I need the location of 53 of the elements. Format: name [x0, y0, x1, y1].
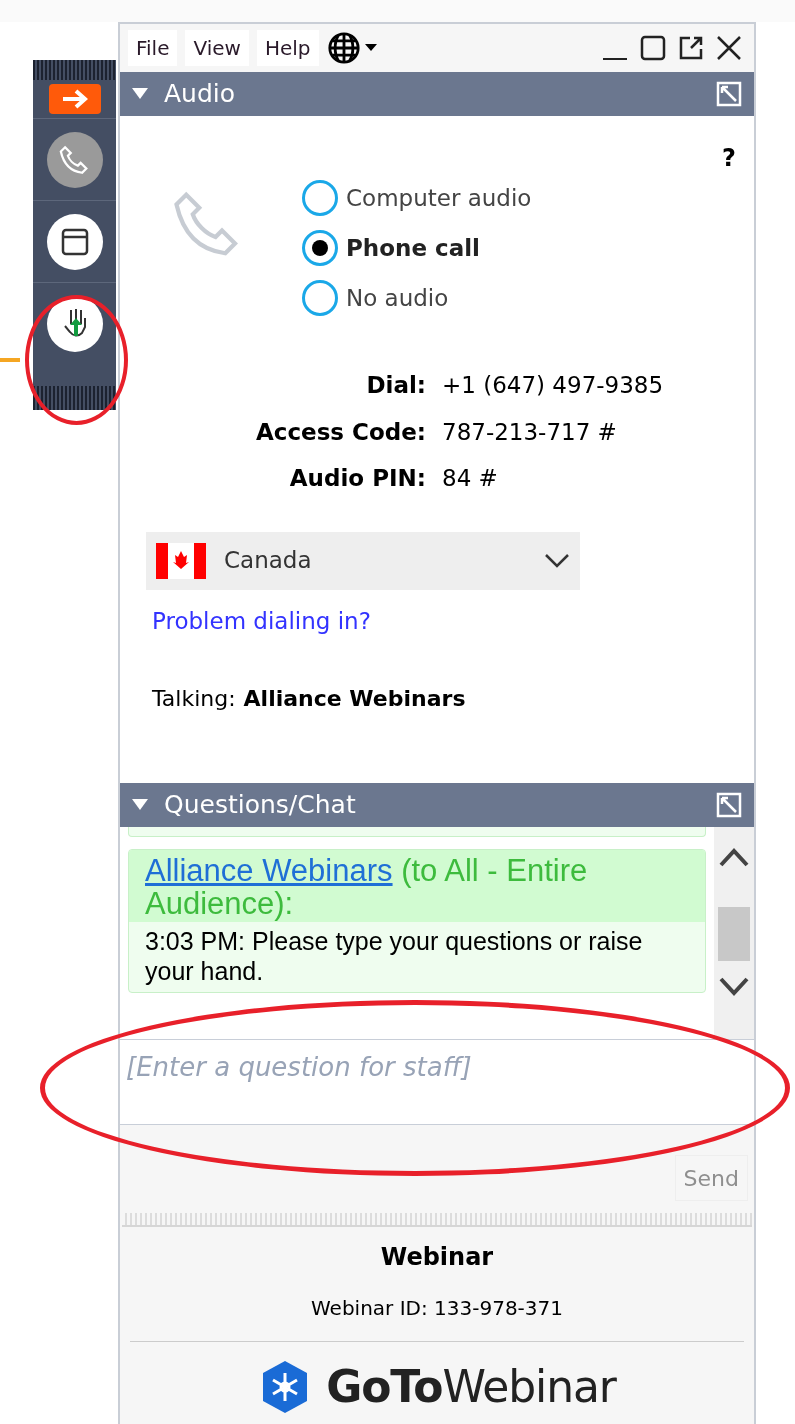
globe-icon	[326, 31, 361, 65]
splitter-handle[interactable]	[122, 1213, 752, 1227]
audio-option[interactable]: Phone call	[302, 230, 532, 266]
message-header: Alliance Webinars (to All - Entire Audience):	[129, 850, 705, 922]
audio-option[interactable]: Computer audio	[302, 180, 532, 216]
window-icon	[59, 226, 90, 257]
detail-label: Access Code:	[255, 417, 426, 447]
scrollbar-thumb[interactable]	[718, 907, 750, 961]
detail-label: Dial:	[365, 371, 426, 400]
panel-title: Questions/Chat	[164, 789, 356, 822]
panel-header[interactable]: Audio	[120, 72, 754, 116]
scrollbar[interactable]	[714, 827, 754, 1039]
detail-value: 84 #	[442, 464, 499, 493]
radio-button[interactable]	[302, 230, 338, 266]
expand-button[interactable]	[48, 84, 101, 114]
undock-icon[interactable]	[716, 81, 742, 107]
detail-value: 787-213-717 #	[442, 417, 618, 447]
menu-item[interactable]: View	[185, 30, 249, 66]
detail-label: Audio PIN:	[288, 464, 426, 493]
talking-name: Alliance Webinars	[243, 685, 466, 713]
panel-title: Audio	[164, 78, 236, 111]
panel-header[interactable]: Questions/Chat	[120, 783, 754, 827]
grip-handle[interactable]	[33, 60, 116, 80]
webinar-id: Webinar ID: 133-978-371	[311, 1295, 563, 1322]
flag-icon	[156, 542, 206, 579]
scroll-down-icon[interactable]	[719, 977, 749, 997]
menu-item[interactable]: File	[128, 30, 178, 66]
scroll-up-icon[interactable]	[719, 847, 749, 867]
collapse-triangle-icon	[132, 88, 148, 100]
menu-item[interactable]: Help	[256, 30, 319, 66]
message-text: 3:03 PM: Please type your questions or raise your hand.	[144, 926, 644, 987]
sender-link[interactable]: Alliance Webinars	[145, 853, 393, 888]
product-logo-text: GoToWebinar	[326, 1360, 616, 1414]
grip-handle[interactable]	[33, 386, 116, 410]
close-icon[interactable]	[716, 35, 742, 61]
question-input[interactable]: [Enter a question for staff]	[120, 1039, 754, 1125]
radio-button[interactable]	[302, 180, 338, 216]
caret-icon	[364, 44, 377, 52]
collapse-triangle-icon	[132, 799, 148, 811]
webinar-title: Webinar	[380, 1242, 494, 1273]
help-icon[interactable]: ?	[722, 140, 736, 176]
detail-value: +1 (647) 497-9385	[442, 371, 665, 400]
maximize-icon[interactable]	[640, 35, 666, 61]
language-menu[interactable]	[326, 31, 377, 65]
popout-icon[interactable]	[678, 35, 704, 61]
undock-icon[interactable]	[716, 792, 742, 818]
arrow-right-icon	[60, 89, 89, 109]
country-dropdown[interactable]: Canada	[146, 531, 580, 590]
chevron-down-icon	[544, 552, 570, 569]
problem-dialing-link[interactable]: Problem dialing in?	[152, 603, 371, 638]
radio-button[interactable]	[302, 280, 338, 316]
audio-option[interactable]: No audio	[302, 280, 532, 316]
talking-label: Talking:	[152, 685, 236, 713]
